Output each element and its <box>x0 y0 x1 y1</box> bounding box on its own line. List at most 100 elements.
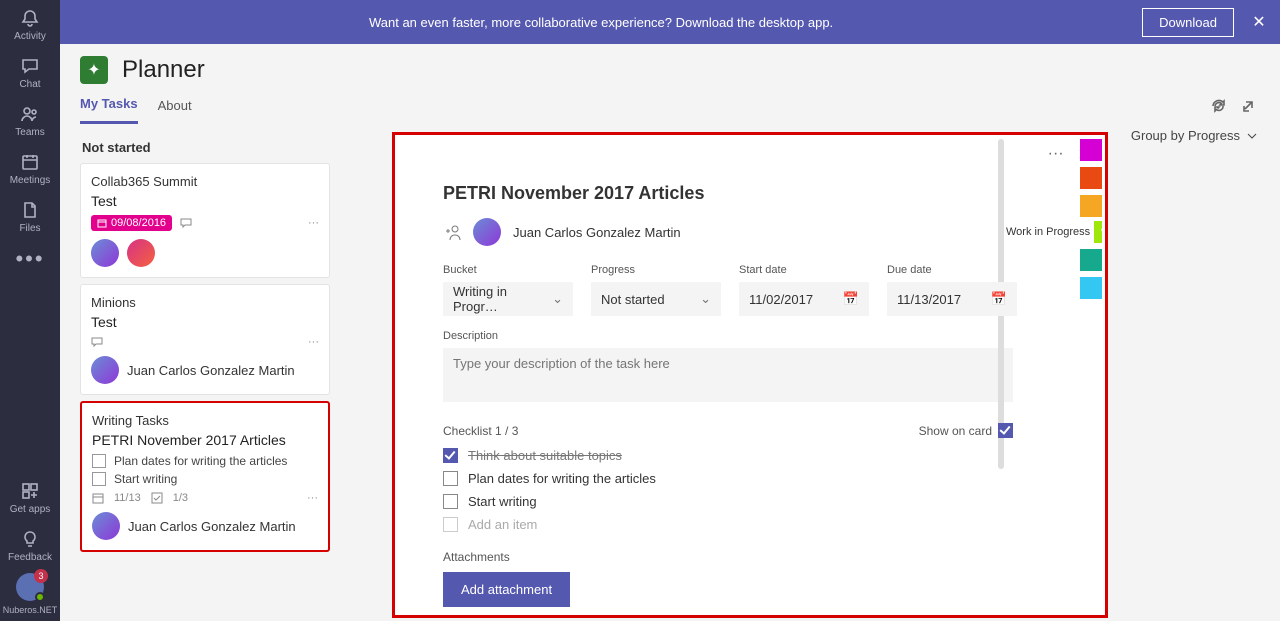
checkbox[interactable] <box>443 448 458 463</box>
rail-label: Meetings <box>10 175 51 186</box>
progress-value: Not started <box>601 292 665 307</box>
refresh-icon[interactable] <box>1210 98 1226 117</box>
checklist-item-text: Plan dates for writing the articles <box>114 454 287 468</box>
files-icon <box>20 200 40 220</box>
task-title[interactable]: PETRI November 2017 Articles <box>443 183 1057 204</box>
due-date-value: 11/13/2017 <box>897 292 961 307</box>
calendar-icon <box>92 492 104 504</box>
add-item-placeholder: Add an item <box>468 517 537 532</box>
tab-about[interactable]: About <box>158 92 192 123</box>
rail-getapps[interactable]: Get apps <box>0 473 60 521</box>
calendar-icon <box>97 218 107 228</box>
task-card[interactable]: Minions Test ··· Juan Carlos Gonzalez Ma… <box>80 284 330 395</box>
label-color-strip: Work in Progress ✓ <box>1006 139 1102 305</box>
rail-teams[interactable]: Teams <box>0 96 60 144</box>
bell-icon <box>20 8 40 28</box>
checklist-header: Checklist 1 / 3 <box>443 424 518 438</box>
rail-files[interactable]: Files <box>0 192 60 240</box>
app-header: ✦ Planner <box>60 44 1280 84</box>
checkbox[interactable] <box>443 494 458 509</box>
download-banner: Want an even faster, more collaborative … <box>60 0 1280 44</box>
rail-label: Chat <box>19 79 40 90</box>
avatar <box>92 512 120 540</box>
assignee-name: Juan Carlos Gonzalez Martin <box>513 225 681 240</box>
label-text: Work in Progress <box>1006 226 1090 238</box>
tab-row: My Tasks About <box>60 84 1280 124</box>
card-bucket: Collab365 Summit <box>91 174 319 189</box>
checklist-add-item[interactable]: Add an item <box>443 513 1057 536</box>
banner-message: Want an even faster, more collaborative … <box>60 15 1142 30</box>
field-label: Attachments <box>443 550 1057 564</box>
group-by-label: Group by Progress <box>1131 128 1240 143</box>
chat-icon <box>20 56 40 76</box>
checklist-item-text: Think about suitable topics <box>468 448 622 463</box>
label-color[interactable] <box>1080 195 1102 217</box>
check-icon: ✓ <box>1099 220 1105 237</box>
progress-select[interactable]: Not started ⌄ <box>591 282 721 316</box>
checklist-item[interactable]: Think about suitable topics <box>443 444 1057 467</box>
presence-indicator <box>35 592 45 602</box>
rail-label: Get apps <box>10 504 51 515</box>
show-on-card-checkbox[interactable] <box>998 423 1013 438</box>
rail-chat[interactable]: Chat <box>0 48 60 96</box>
download-button[interactable]: Download <box>1142 8 1234 37</box>
rail-meetings[interactable]: Meetings <box>0 144 60 192</box>
task-card[interactable]: Collab365 Summit Test 09/08/2016 ··· <box>80 163 330 278</box>
label-color[interactable] <box>1080 167 1102 189</box>
checklist-icon <box>151 492 163 504</box>
label-color[interactable] <box>1080 277 1102 299</box>
card-more-icon[interactable]: ··· <box>308 336 319 348</box>
checklist-item[interactable]: Start writing <box>443 490 1057 513</box>
calendar-icon: 📅 <box>843 291 859 307</box>
rail-activity[interactable]: Activity <box>0 0 60 48</box>
calendar-icon <box>20 152 40 172</box>
add-attachment-button[interactable]: Add attachment <box>443 572 570 607</box>
comments-icon <box>91 336 103 348</box>
tab-mytasks[interactable]: My Tasks <box>80 90 138 124</box>
checkbox[interactable] <box>443 471 458 486</box>
checkbox <box>443 517 458 532</box>
rail-label: Teams <box>15 127 44 138</box>
card-more-icon[interactable]: ··· <box>307 492 318 504</box>
popout-icon[interactable] <box>1240 98 1256 117</box>
show-on-card-label: Show on card <box>919 424 992 438</box>
add-person-icon <box>443 223 461 241</box>
task-detail-panel: ··· ✕ Work in Progress ✓ <box>392 132 1108 618</box>
due-date-input[interactable]: 11/13/2017 📅 <box>887 282 1017 316</box>
bucket-select[interactable]: Writing in Progr… ⌄ <box>443 282 573 316</box>
start-date-input[interactable]: 11/02/2017 📅 <box>739 282 869 316</box>
field-label: Start date <box>739 264 869 276</box>
group-by-dropdown[interactable]: Group by Progress <box>1131 128 1258 143</box>
assignee-line[interactable]: Juan Carlos Gonzalez Martin <box>443 218 1057 246</box>
column-not-started: Not started Collab365 Summit Test 09/08/… <box>80 134 330 621</box>
chevron-down-icon: ⌄ <box>552 291 563 307</box>
due-chip: 09/08/2016 <box>91 215 172 231</box>
rail-user-avatar[interactable]: 3 <box>16 573 44 601</box>
label-color-selected[interactable]: Work in Progress ✓ <box>1006 221 1102 243</box>
teams-icon <box>20 104 40 124</box>
banner-close-icon[interactable]: ✕ <box>1244 12 1274 32</box>
card-bucket: Writing Tasks <box>92 413 318 428</box>
rail-label: Feedback <box>8 552 52 563</box>
rail-more[interactable]: ••• <box>15 240 44 278</box>
checklist-preview: Plan dates for writing the articles <box>92 454 318 468</box>
assignee-name: Juan Carlos Gonzalez Martin <box>127 363 295 378</box>
assignee-row: Juan Carlos Gonzalez Martin <box>92 512 318 540</box>
card-task-name: Test <box>91 314 319 330</box>
field-label: Bucket <box>443 264 573 276</box>
label-color[interactable] <box>1080 139 1102 161</box>
field-label: Description <box>443 330 1057 342</box>
label-color[interactable] <box>1080 249 1102 271</box>
card-more-icon[interactable]: ··· <box>308 217 319 229</box>
calendar-icon: 📅 <box>991 291 1007 307</box>
rail-feedback[interactable]: Feedback <box>0 521 60 569</box>
card-bucket: Minions <box>91 295 319 310</box>
avatar <box>127 239 155 267</box>
task-card-selected[interactable]: Writing Tasks PETRI November 2017 Articl… <box>80 401 330 552</box>
checklist-item[interactable]: Plan dates for writing the articles <box>443 467 1057 490</box>
avatar <box>91 356 119 384</box>
due-date: 09/08/2016 <box>111 217 166 229</box>
card-date: 11/13 <box>114 492 141 504</box>
description-input[interactable] <box>443 348 1013 402</box>
notification-badge: 3 <box>34 569 48 583</box>
